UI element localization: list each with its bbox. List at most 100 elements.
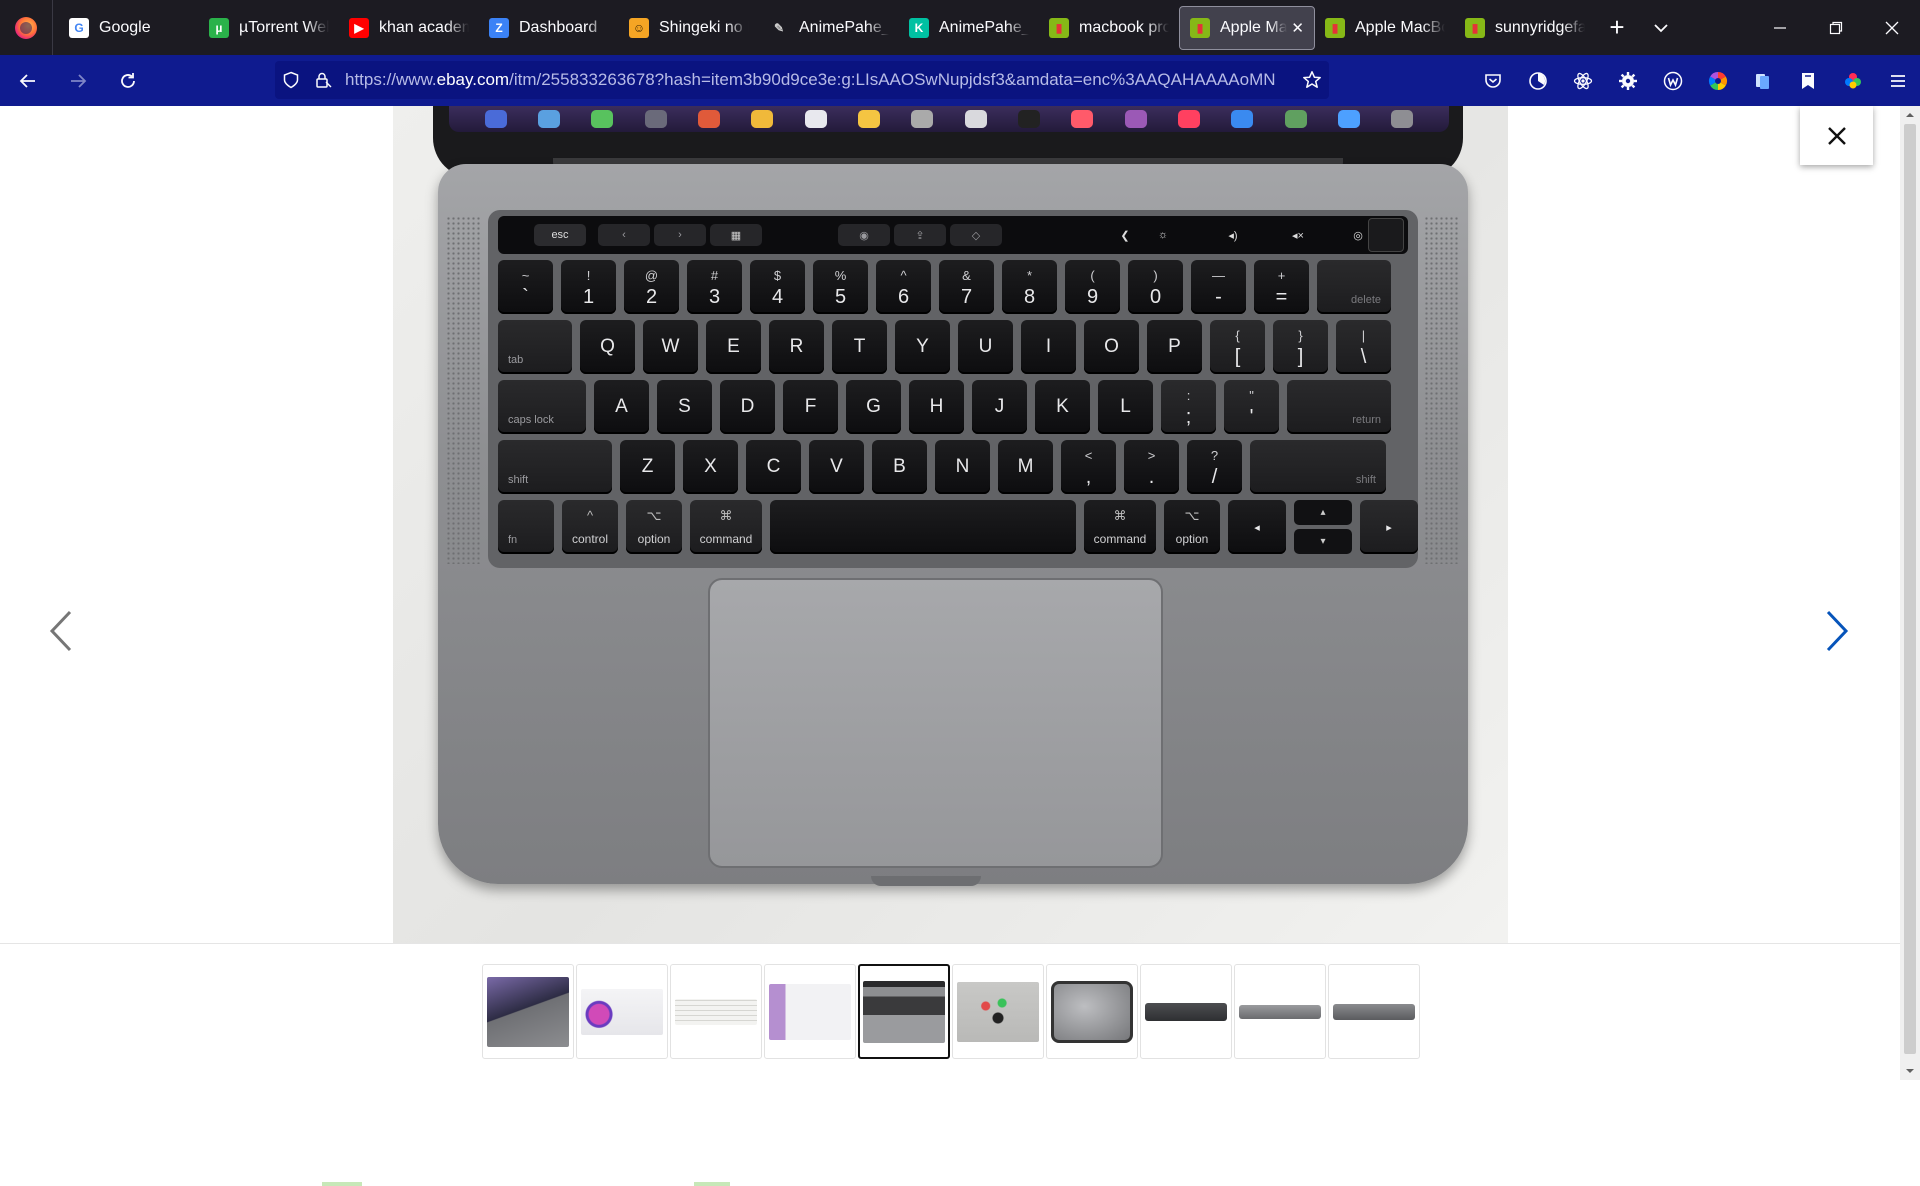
browser-tab[interactable]: K AnimePahe_S <box>899 6 1039 50</box>
browser-tab[interactable]: ☺ Shingeki no Kyojin <box>619 6 759 50</box>
wordtune-extension-button[interactable] <box>1650 61 1695 101</box>
vertical-scrollbar[interactable] <box>1900 106 1920 1080</box>
scroll-up-button[interactable] <box>1900 106 1920 124</box>
thumbnail[interactable] <box>1234 964 1326 1059</box>
list-all-tabs-button[interactable] <box>1639 6 1683 50</box>
key-legend: | <box>1361 328 1366 343</box>
key-legend: [ <box>1234 346 1241 368</box>
react-devtools-button[interactable] <box>1560 61 1605 101</box>
key-legend: 6 <box>897 286 910 308</box>
key-legend: ⌘ <box>1113 508 1127 523</box>
previous-image-button[interactable] <box>40 603 80 659</box>
thumbnail[interactable] <box>1140 964 1232 1059</box>
key-legend: ~ <box>521 268 530 283</box>
touchbar-tag-icon: ◇ <box>950 224 1002 246</box>
key-legend: # <box>710 268 719 283</box>
shield-icon <box>283 71 299 89</box>
reader-extension-button[interactable] <box>1785 61 1830 101</box>
thumbnail[interactable] <box>482 964 574 1059</box>
key: {[ <box>1210 320 1265 374</box>
site-info-button[interactable] <box>307 64 339 96</box>
browser-tab[interactable]: ▮ Apple Mac✕ <box>1179 5 1315 50</box>
close-viewer-button[interactable] <box>1800 106 1873 165</box>
browser-tab[interactable]: µ µTorrent Web <box>199 6 339 50</box>
triangle-down-icon <box>1906 1069 1914 1073</box>
browser-tab[interactable]: ▮ macbook pro <box>1039 6 1179 50</box>
reload-button[interactable] <box>106 59 150 103</box>
key-legend: ` <box>522 286 529 308</box>
thumbnail[interactable] <box>670 964 762 1059</box>
key: M <box>998 440 1053 494</box>
key-legend: 0 <box>1149 286 1162 308</box>
color-picker-extension-button[interactable] <box>1695 61 1740 101</box>
chevron-left-icon <box>49 610 72 652</box>
key-delete: delete <box>1317 260 1391 314</box>
key: " ' <box>1224 380 1279 434</box>
url-domain: ebay.com <box>436 70 510 89</box>
browser-tab[interactable]: ▮ Apple MacBook <box>1315 6 1455 50</box>
key-legend: % <box>834 268 847 283</box>
pocket-button[interactable] <box>1470 61 1515 101</box>
documents-icon <box>1755 73 1769 89</box>
close-icon <box>1827 126 1846 145</box>
tab-title: Google <box>99 18 151 36</box>
arrow-up-down-keys: ▴ ▾ <box>1294 500 1352 554</box>
url-path: /itm/255833263678?hash=item3b90d9ce3e:g:… <box>509 70 1276 89</box>
settings-extension-button[interactable] <box>1605 61 1650 101</box>
back-button[interactable] <box>6 59 50 103</box>
restore-icon <box>1829 21 1843 34</box>
key: V <box>809 440 864 494</box>
forward-button[interactable] <box>56 59 100 103</box>
scrollbar-thumb[interactable] <box>1904 124 1916 1054</box>
close-window-button[interactable] <box>1864 0 1920 55</box>
restore-button[interactable] <box>1808 0 1864 55</box>
timer-icon <box>1528 71 1547 90</box>
key-return: return <box>1287 380 1391 434</box>
tab-title: Dashboard <box>519 18 598 36</box>
main-product-image[interactable]: esc ‹ › ▦ ◉ ⇪ ◇ ❮ ☼ ◂) ◂× ◎ ~ `! 1 @2 #3 $4% 5… <box>393 106 1508 943</box>
thumbnail[interactable] <box>952 964 1044 1059</box>
bookmark-star-button[interactable] <box>1295 63 1329 97</box>
home-row: caps lock A S D F G H J K L:; " ' return <box>498 380 1399 434</box>
touchbar-esc: esc <box>534 224 586 246</box>
timer-extension-button[interactable] <box>1515 61 1560 101</box>
key-legend: { <box>1235 328 1240 343</box>
tab-title: AnimePahe_S <box>939 18 1029 36</box>
key: T <box>832 320 887 374</box>
tab-favicon-icon: K <box>909 17 929 38</box>
key-option-left: ⌥ option <box>626 500 682 554</box>
thumbnail[interactable] <box>1328 964 1420 1059</box>
key: J <box>972 380 1027 434</box>
key: ) 0 <box>1128 260 1183 314</box>
browser-tab[interactable]: Z Dashboard <box>479 6 619 50</box>
key-legend: command <box>1093 532 1147 546</box>
thumbnail[interactable] <box>858 964 950 1059</box>
scroll-down-button[interactable] <box>1900 1062 1920 1080</box>
browser-tab[interactable]: ▮ sunnyridgefarm <box>1455 6 1595 50</box>
key-legend: command <box>699 532 753 546</box>
firefox-logo-icon <box>15 16 37 39</box>
address-bar[interactable]: https://www.ebay.com/itm/255833263678?ha… <box>275 61 1329 99</box>
firefox-menu-button[interactable] <box>0 0 53 55</box>
key-legend: = <box>1275 286 1288 308</box>
files-extension-button[interactable] <box>1740 61 1785 101</box>
thumbnail[interactable] <box>576 964 668 1059</box>
tab-strip: G Google µ µTorrent Web ▶ khan academy Z Dashbo… <box>0 0 1920 55</box>
key: N <box>935 440 990 494</box>
browser-tab[interactable]: ▶ khan academy <box>339 6 479 50</box>
app-menu-button[interactable] <box>1875 61 1920 101</box>
browser-tab[interactable]: ✎ AnimePahe_S <box>759 6 899 50</box>
thumbnail[interactable] <box>764 964 856 1059</box>
tracking-protection-button[interactable] <box>275 64 307 96</box>
minimize-button[interactable] <box>1752 0 1808 55</box>
next-image-button[interactable] <box>1818 603 1858 659</box>
url-text[interactable]: https://www.ebay.com/itm/255833263678?ha… <box>339 70 1295 90</box>
key: G <box>846 380 901 434</box>
colorful-extension-button[interactable] <box>1830 61 1875 101</box>
new-tab-button[interactable]: + <box>1595 6 1639 50</box>
thumbnail[interactable] <box>1046 964 1138 1059</box>
close-tab-icon[interactable]: ✕ <box>1291 19 1304 37</box>
key: C <box>746 440 801 494</box>
browser-tab[interactable]: G Google <box>59 6 199 50</box>
key-space <box>770 500 1076 554</box>
